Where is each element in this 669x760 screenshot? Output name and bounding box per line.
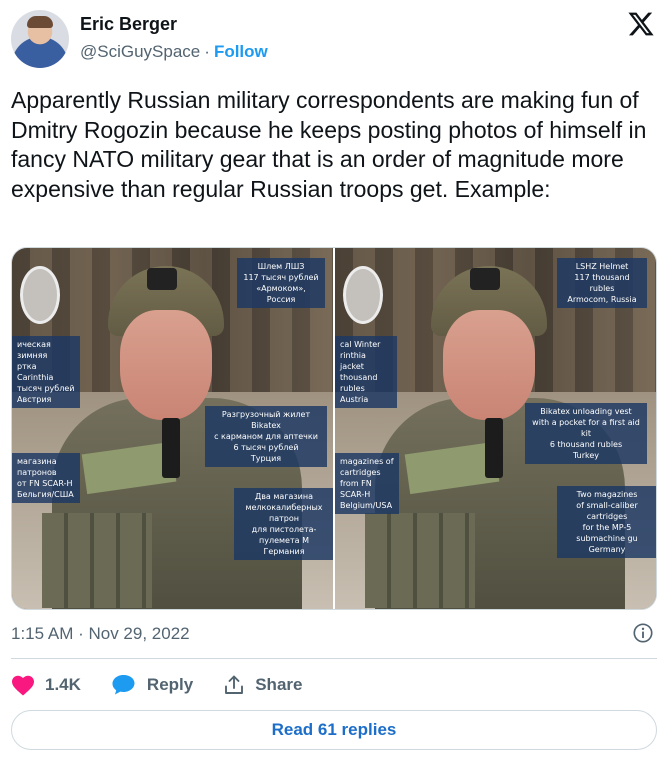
share-icon — [225, 675, 244, 694]
label-mp5-mags: Два магазина мелкокалиберных патрон для … — [234, 488, 333, 560]
label-scar-mags: magazines of cartridges from FN SCAR-H B… — [335, 453, 399, 514]
share-button[interactable]: Share — [223, 674, 302, 696]
x-logo-icon[interactable] — [626, 10, 656, 38]
share-label: Share — [255, 675, 303, 694]
label-jacket: ическая зимняя ртка Carinthia тысяч рубл… — [12, 336, 80, 408]
label-scar-mags: магазина патронов от FN SCAR-H Бельгия/С… — [12, 453, 80, 503]
read-replies-button[interactable]: Read 61 replies — [11, 710, 657, 750]
camera-lens-circle — [20, 266, 60, 324]
label-helmet: Шлем ЛШЗ 117 тысяч рублей «Армоком», Рос… — [237, 258, 325, 308]
tweet-media[interactable]: Шлем ЛШЗ 117 тысяч рублей «Армоком», Рос… — [11, 247, 657, 610]
label-vest: Разгрузочный жилет Bikatex с карманом дл… — [205, 406, 327, 467]
author-name[interactable]: Eric Berger — [80, 14, 177, 35]
info-icon[interactable] — [632, 622, 654, 644]
photo-right[interactable]: LSHZ Helmet 117 thousand rubles Armocom,… — [335, 248, 656, 609]
handle-row: @SciGuySpace · Follow — [80, 42, 268, 62]
tweet-text: Apparently Russian military corresponden… — [11, 87, 647, 202]
tweet-timestamp[interactable]: 1:15 AM · Nov 29, 2022 — [11, 624, 190, 644]
camera-lens-circle — [343, 266, 383, 324]
label-helmet: LSHZ Helmet 117 thousand rubles Armocom,… — [557, 258, 647, 308]
label-vest: Bikatex unloading vest with a pocket for… — [525, 403, 647, 464]
reply-button[interactable]: Reply — [111, 674, 193, 696]
heart-icon — [12, 675, 34, 696]
separator-dot: · — [204, 42, 210, 61]
like-count: 1.4K — [45, 675, 81, 694]
divider — [11, 658, 657, 659]
follow-button[interactable]: Follow — [214, 42, 268, 61]
label-jacket: cal Winter rinthia jacket thousand ruble… — [335, 336, 397, 408]
like-button[interactable]: 1.4K — [11, 674, 81, 696]
reply-bubble-icon — [112, 675, 135, 695]
author-avatar[interactable] — [11, 10, 69, 68]
author-handle[interactable]: @SciGuySpace — [80, 42, 200, 61]
action-bar: 1.4K Reply Share — [11, 672, 332, 698]
reply-label: Reply — [146, 675, 194, 694]
label-mp5-mags: Two magazines of small-caliber cartridge… — [557, 486, 656, 558]
photo-left[interactable]: Шлем ЛШЗ 117 тысяч рублей «Армоком», Рос… — [12, 248, 333, 609]
